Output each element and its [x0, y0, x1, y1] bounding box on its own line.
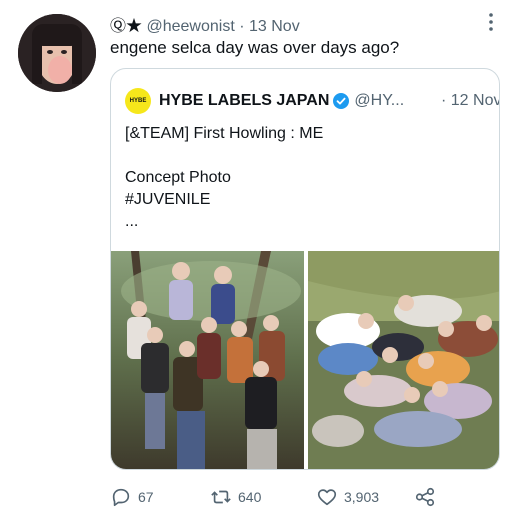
- photo-group-lying[interactable]: [308, 251, 499, 469]
- quoted-media[interactable]: [111, 251, 499, 469]
- retweet-icon: [211, 490, 231, 504]
- like-count: 3,903: [344, 489, 380, 505]
- like-icon: [317, 489, 337, 506]
- quoted-line: [125, 145, 323, 167]
- quoted-line: [&TEAM] First Howling : ME: [125, 125, 324, 142]
- verified-icon: [333, 93, 350, 109]
- quoted-line: Concept Photo: [125, 169, 231, 186]
- quoted-display-name[interactable]: HYBE LABELS JAPAN: [159, 92, 329, 110]
- reply-button[interactable]: 67: [110, 486, 154, 508]
- author-avatar[interactable]: [18, 14, 96, 92]
- quoted-header: HYBE HYBE LABELS JAPAN @HY... · 12 Nov: [125, 88, 499, 114]
- author-handle[interactable]: @heewonist: [146, 18, 234, 35]
- photo-group-standing[interactable]: [111, 251, 304, 469]
- tweet-text: engene selca day was over days ago?: [110, 38, 400, 57]
- more-icon[interactable]: [481, 10, 501, 34]
- quoted-line: #JUVENILE: [125, 191, 211, 208]
- share-button[interactable]: [414, 486, 442, 508]
- reply-icon: [112, 488, 130, 507]
- retweet-button[interactable]: 640: [210, 486, 261, 508]
- quoted-tweet[interactable]: HYBE HYBE LABELS JAPAN @HY... · 12 Nov […: [110, 68, 500, 470]
- like-button[interactable]: 3,903: [316, 486, 379, 508]
- hybe-logo-icon: HYBE: [125, 88, 151, 114]
- retweet-count: 640: [238, 489, 262, 505]
- quoted-time[interactable]: · 12 Nov: [441, 89, 499, 113]
- quoted-text: [&TEAM] First Howling : ME Concept Photo…: [125, 123, 323, 233]
- tweet-time[interactable]: 13 Nov: [249, 18, 300, 35]
- reply-count: 67: [138, 489, 154, 505]
- author-display-name[interactable]: Ⓠ★: [110, 18, 142, 35]
- tweet-actions: 67 640 3,903: [110, 486, 500, 514]
- quoted-line: ...: [125, 213, 139, 230]
- time-separator: ·: [239, 18, 245, 35]
- tweet-header: Ⓠ★ @heewonist · 13 Nov: [110, 12, 300, 36]
- share-icon: [415, 487, 435, 507]
- logo-text: HYBE: [129, 98, 147, 104]
- quoted-handle[interactable]: @HY...: [354, 92, 404, 110]
